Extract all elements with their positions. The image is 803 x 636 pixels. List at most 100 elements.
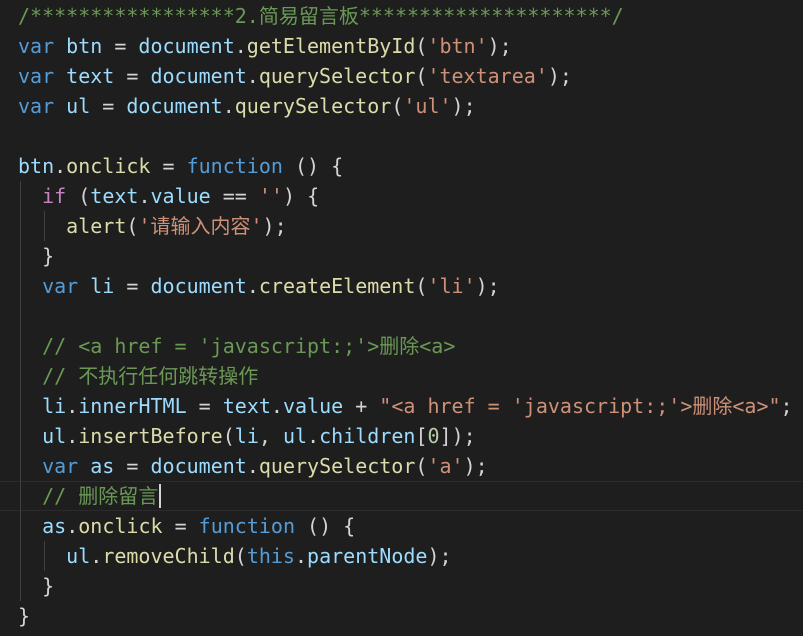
code-line[interactable]: var as = document.querySelector('a'); [18,451,488,481]
code-token-string: '' [258,184,283,208]
code-token-variable: text [66,64,115,88]
code-token-plain: , [258,424,283,448]
code-line[interactable]: var text = document.querySelector('texta… [18,61,572,91]
code-token-function: querySelector [234,94,392,118]
code-token-plain: = [162,514,199,538]
code-token-variable: li [42,394,67,418]
code-token-plain: } [18,604,31,628]
code-token-string: "<a href = 'javascript:;'>删除<a>" [379,394,781,418]
code-token-plain: ]); [439,424,476,448]
code-token-plain: . [54,154,67,178]
code-token-plain: . [222,94,235,118]
code-token-plain: . [246,274,259,298]
code-token-plain: . [294,544,308,568]
code-line[interactable]: btn.onclick = function () { [18,151,343,181]
code-token-comment: // <a href = 'javascript:;'>删除<a> [42,334,456,358]
code-token-string: 'a' [427,454,464,478]
code-line[interactable]: // 不执行任何跳转操作 [18,361,258,391]
code-token-plain: ); [547,64,572,88]
code-line[interactable]: } [18,601,30,631]
code-token-plain: ); [475,274,500,298]
code-line[interactable]: li.innerHTML = text.value + "<a href = '… [18,391,793,421]
code-token-plain: = [102,34,139,58]
code-line[interactable]: /*****************2.简易留言板***************… [18,1,624,31]
code-token-plain: == [210,184,259,208]
code-token-plain: = [114,274,151,298]
code-token-plain: ( [222,424,235,448]
code-token-plain: = [114,64,151,88]
code-token-number: 0 [427,424,440,448]
code-token-function: removeChild [102,544,235,568]
code-token-variable: text [90,184,139,208]
code-token-plain: . [246,454,259,478]
code-token-plain: ( [234,544,247,568]
code-token-plain: ); [463,454,488,478]
code-token-function: querySelector [258,454,416,478]
code-token-plain: ) { [282,184,320,208]
code-line[interactable]: ul.removeChild(this.parentNode); [18,541,451,571]
code-line[interactable]: var ul = document.querySelector('ul'); [18,91,476,121]
code-token-string: 'btn' [427,34,488,58]
code-token-plain: ); [451,94,476,118]
code-token-variable: document [150,274,247,298]
code-token-comment: // 删除留言 [42,484,159,508]
code-token-function: alert [66,214,127,238]
code-token-plain: [ [415,424,428,448]
code-token-string: 'li' [427,274,476,298]
code-token-variable: as [90,454,115,478]
code-token-plain: ); [262,214,287,238]
code-line[interactable]: // <a href = 'javascript:;'>删除<a> [18,331,455,361]
code-token-function: getElementById [246,34,416,58]
code-token-variable: btn [66,34,103,58]
code-token-plain: } [18,574,55,598]
code-token-plain: = [186,394,223,418]
code-token-keyword: function [198,514,295,538]
code-token-variable: document [150,64,247,88]
code-token-keyword: var [18,64,55,88]
code-token-keyword: var [18,94,55,118]
code-token-string: '请输入内容' [138,214,263,238]
code-token-plain: ( [415,454,428,478]
code-token-keyword: function [186,154,283,178]
code-token-variable: document [150,454,247,478]
code-token-plain: () { [282,154,344,178]
code-line[interactable]: } [18,571,54,601]
code-token-variable: ul [66,544,91,568]
code-line[interactable]: var li = document.createElement('li'); [18,271,500,301]
code-editor[interactable]: /*****************2.简易留言板***************… [0,0,803,636]
code-token-variable: text [222,394,271,418]
code-line[interactable]: } [18,241,54,271]
code-token-variable: li [90,274,115,298]
code-token-plain: . [66,424,79,448]
code-token-plain: () { [294,514,356,538]
code-line[interactable]: alert('请输入内容'); [18,211,287,241]
code-token-plain: . [138,184,151,208]
code-token-plain: ; [780,394,793,418]
code-line[interactable]: as.onclick = function () { [18,511,355,541]
code-token-keyword: this [246,544,295,568]
code-line[interactable]: // 删除留言 [18,481,158,511]
code-token-keyword: var [18,34,55,58]
code-token-plain: ); [487,34,512,58]
code-token-variable: document [138,34,235,58]
code-token-keyword: var [42,454,79,478]
code-line[interactable]: if (text.value == '') { [18,181,319,211]
code-token-comment: /*****************2.简易留言板***************… [18,4,624,28]
code-line[interactable]: var btn = document.getElementById('btn')… [18,31,512,61]
code-line[interactable]: ul.insertBefore(li, ul.children[0]); [18,421,476,451]
code-token-plain: + [343,394,380,418]
code-token-plain: = [114,454,151,478]
code-token-variable: innerHTML [78,394,187,418]
code-token-plain: . [66,514,79,538]
code-token-plain: } [18,244,55,268]
